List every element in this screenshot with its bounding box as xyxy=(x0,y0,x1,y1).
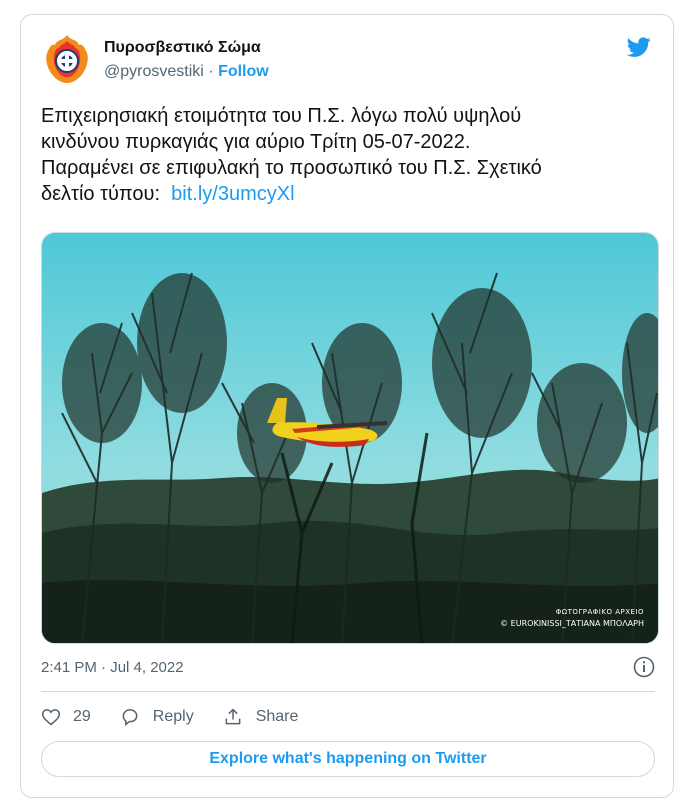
reply-button[interactable]: Reply xyxy=(119,707,194,727)
divider xyxy=(41,691,655,692)
reply-bubble-icon xyxy=(122,709,138,727)
reply-label: Reply xyxy=(152,708,194,725)
share-upload-icon xyxy=(225,708,241,725)
tweet-actions: 29 Reply Share xyxy=(41,705,326,729)
author-handle-row: @pyrosvestiki · Follow xyxy=(104,61,269,83)
share-button[interactable]: Share xyxy=(222,707,299,727)
tweet-text-line-last: δελτίο τύπου: bit.ly/3umcyXl xyxy=(41,181,661,207)
tweet-timestamp[interactable]: 2:41 PM · Jul 4, 2022 xyxy=(41,658,184,678)
photo-credit-line1: ΦΩΤΟΓΡΑΦΙΚΟ ΑΡΧΕΙΟ xyxy=(555,608,644,616)
like-count: 29 xyxy=(73,708,91,725)
tweet-link[interactable]: bit.ly/3umcyXl xyxy=(171,183,294,205)
tweet-card: Πυροσβεστικό Σώμα @pyrosvestiki · Follow… xyxy=(20,14,674,798)
share-label: Share xyxy=(255,708,299,725)
photo-credit: ΦΩΤΟΓΡΑΦΙΚΟ ΑΡΧΕΙΟ © EUROKINISSI_ΤΑΤΙΑΝΑ… xyxy=(500,607,644,629)
follow-link[interactable]: Follow xyxy=(218,63,269,80)
heart-icon xyxy=(41,709,61,726)
tweet-photo[interactable]: ΦΩΤΟΓΡΑΦΙΚΟ ΑΡΧΕΙΟ © EUROKINISSI_ΤΑΤΙΑΝΑ… xyxy=(41,232,659,644)
info-icon[interactable] xyxy=(633,656,655,678)
fire-service-emblem-icon[interactable] xyxy=(41,33,93,85)
tweet-text-line: Επιχειρησιακή ετοιμότητα του Π.Σ. λόγω π… xyxy=(41,105,522,127)
author-handle[interactable]: @pyrosvestiki xyxy=(104,63,204,80)
tweet-text-line: κινδύνου πυρκαγιάς για αύριο Τρίτη 05-07… xyxy=(41,131,471,153)
author-name[interactable]: Πυροσβεστικό Σώμα xyxy=(104,37,261,59)
tweet-text-line: δελτίο τύπου: xyxy=(41,183,161,205)
explore-twitter-button[interactable]: Explore what's happening on Twitter xyxy=(41,741,655,777)
firefighting-plane-photo xyxy=(42,233,658,643)
like-button[interactable]: 29 xyxy=(41,707,91,727)
tweet-text: Επιχειρησιακή ετοιμότητα του Π.Σ. λόγω π… xyxy=(41,103,661,207)
twitter-bird-icon[interactable] xyxy=(625,35,653,59)
tweet-text-line: Παραμένει σε επιφυλακή το προσωπικό του … xyxy=(41,157,542,179)
handle-separator: · xyxy=(208,63,214,80)
photo-credit-line2: © EUROKINISSI_ΤΑΤΙΑΝΑ ΜΠΟΛΑΡΗ xyxy=(500,619,644,628)
